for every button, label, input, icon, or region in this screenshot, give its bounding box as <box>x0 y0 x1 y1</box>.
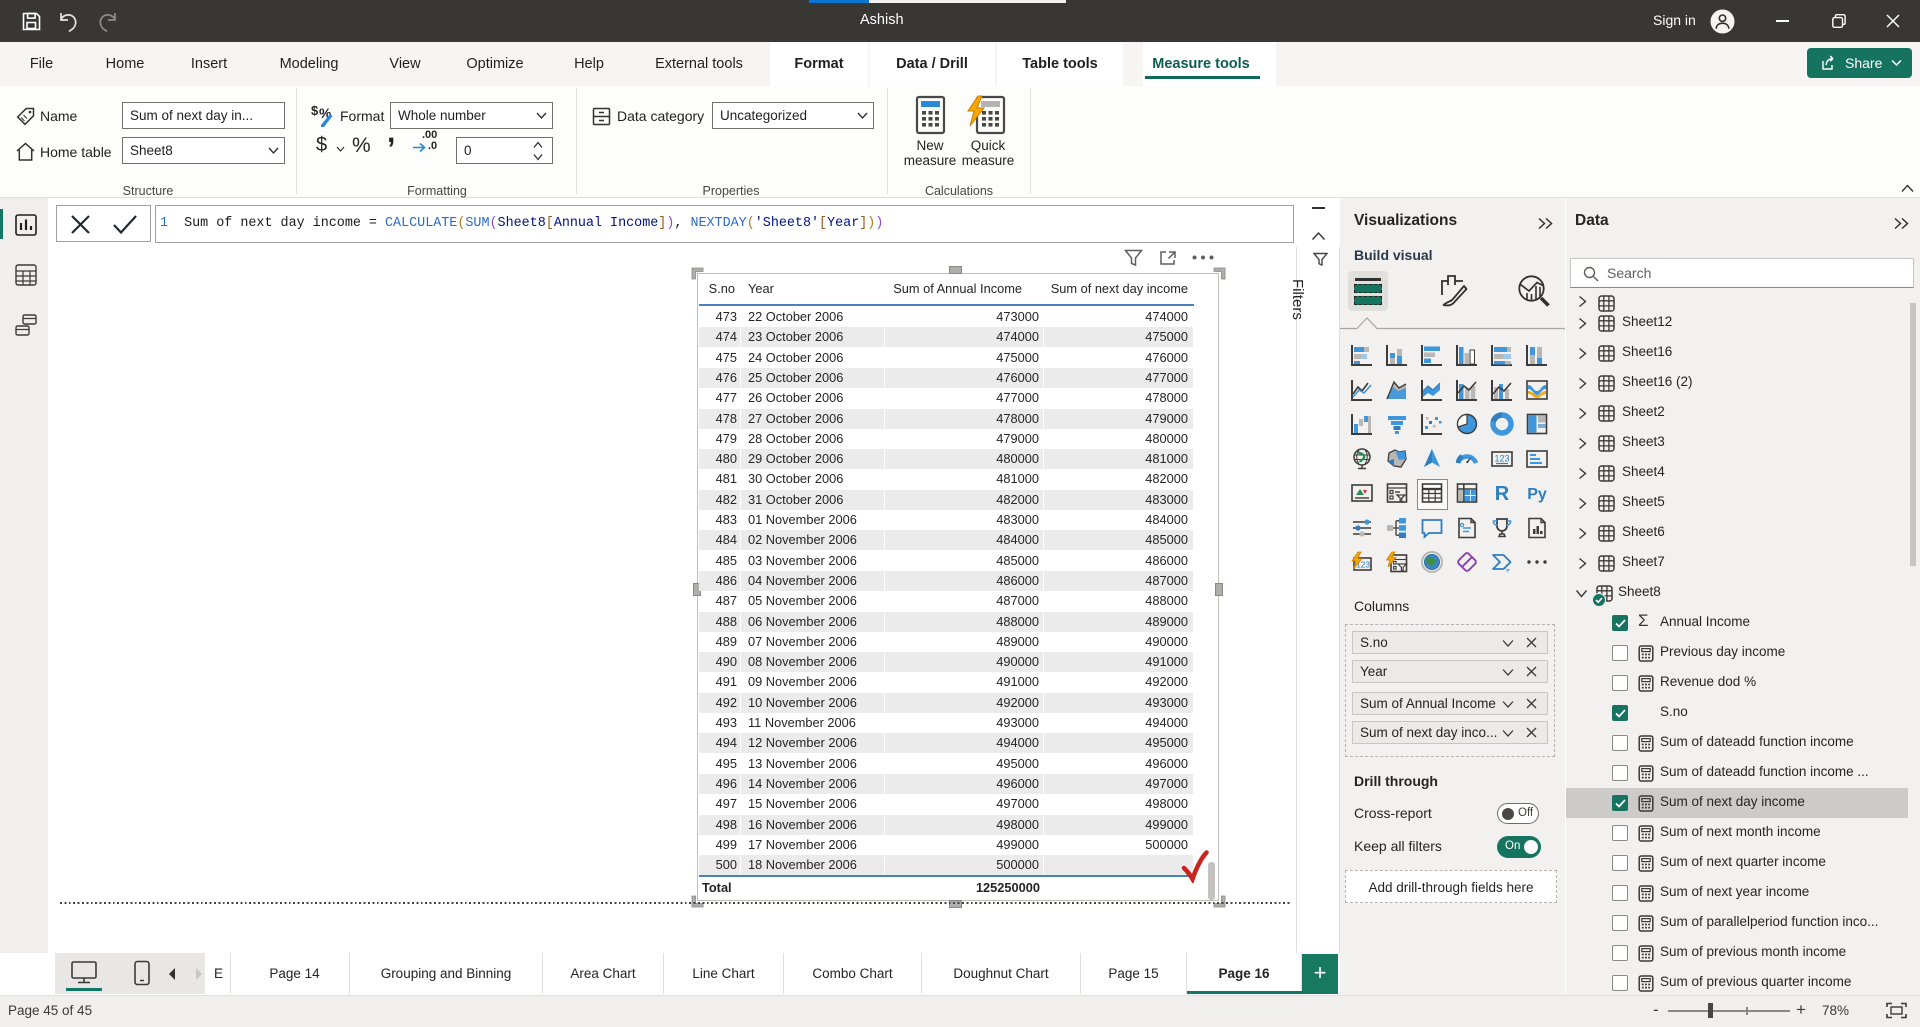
svg-text:Py: Py <box>1527 486 1547 503</box>
svg-text:123: 123 <box>1494 453 1509 463</box>
svg-text:R: R <box>1495 483 1510 505</box>
